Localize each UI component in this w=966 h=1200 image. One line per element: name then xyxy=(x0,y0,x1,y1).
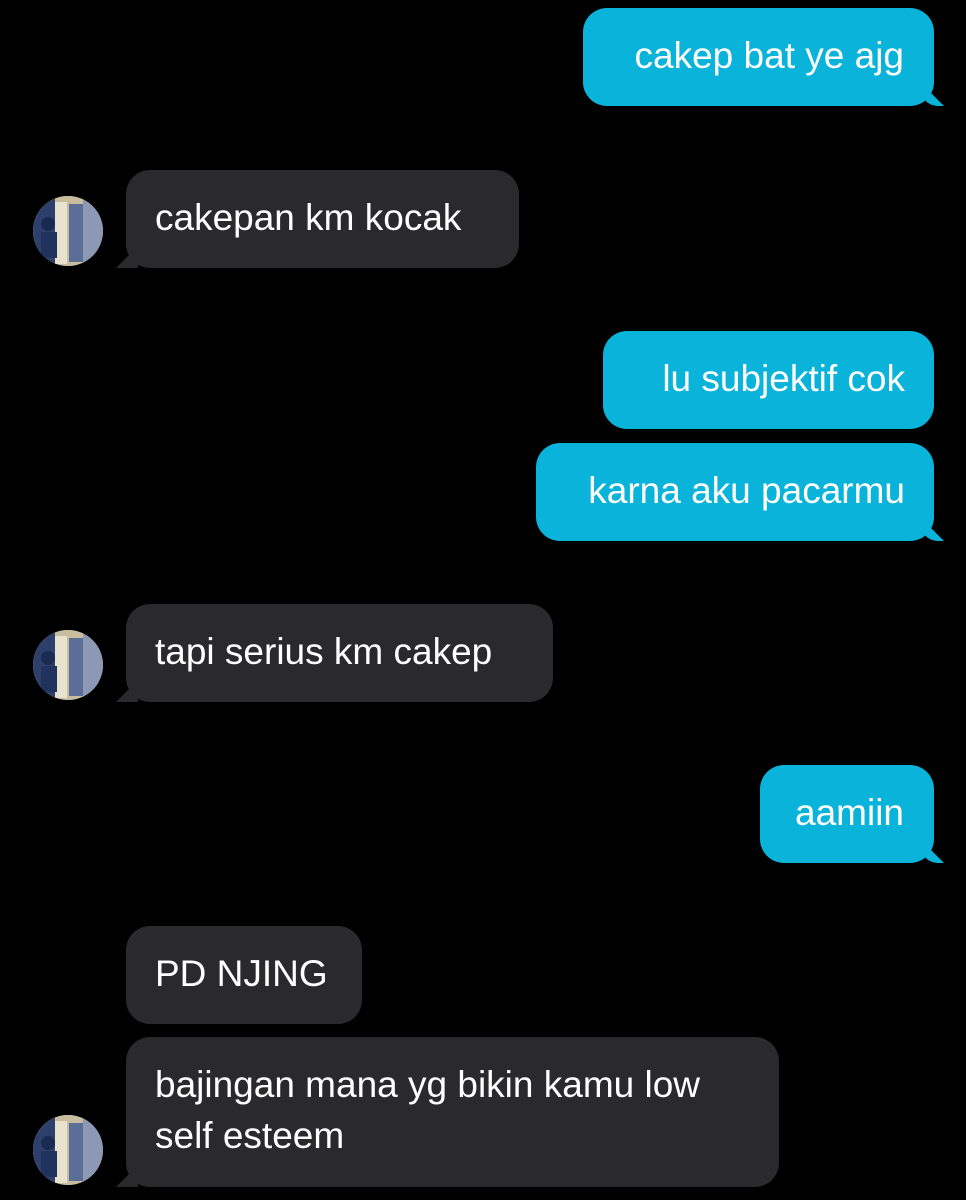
sent-message-bubble[interactable]: aamiin xyxy=(760,765,934,863)
contact-avatar-icon[interactable] xyxy=(33,196,103,266)
avatar-photo xyxy=(33,196,103,266)
sent-message-bubble[interactable]: lu subjektif cok xyxy=(603,331,934,429)
avatar-photo xyxy=(33,1115,103,1185)
message-text: lu subjektif cok xyxy=(662,358,905,399)
received-message-bubble[interactable]: cakepan km kocak xyxy=(126,170,519,268)
message-text: PD NJING xyxy=(155,953,328,994)
contact-avatar-icon[interactable] xyxy=(33,1115,103,1185)
contact-avatar-icon[interactable] xyxy=(33,630,103,700)
received-message-bubble[interactable]: bajingan mana yg bikin kamu low self est… xyxy=(126,1037,779,1187)
received-message-bubble[interactable]: PD NJING xyxy=(126,926,362,1024)
avatar-photo xyxy=(33,630,103,700)
received-message-bubble[interactable]: tapi serius km cakep xyxy=(126,604,553,702)
message-text: cakepan km kocak xyxy=(155,197,462,238)
message-text: karna aku pacarmu xyxy=(588,470,905,511)
message-text: tapi serius km cakep xyxy=(155,631,493,672)
message-text: cakep bat ye ajg xyxy=(634,35,904,76)
sent-message-bubble[interactable]: cakep bat ye ajg xyxy=(583,8,934,106)
message-text-line: bajingan mana yg bikin kamu low xyxy=(155,1064,701,1105)
message-text-line: self esteem xyxy=(155,1115,345,1156)
message-text: aamiin xyxy=(795,792,904,833)
sent-message-bubble[interactable]: karna aku pacarmu xyxy=(536,443,934,541)
